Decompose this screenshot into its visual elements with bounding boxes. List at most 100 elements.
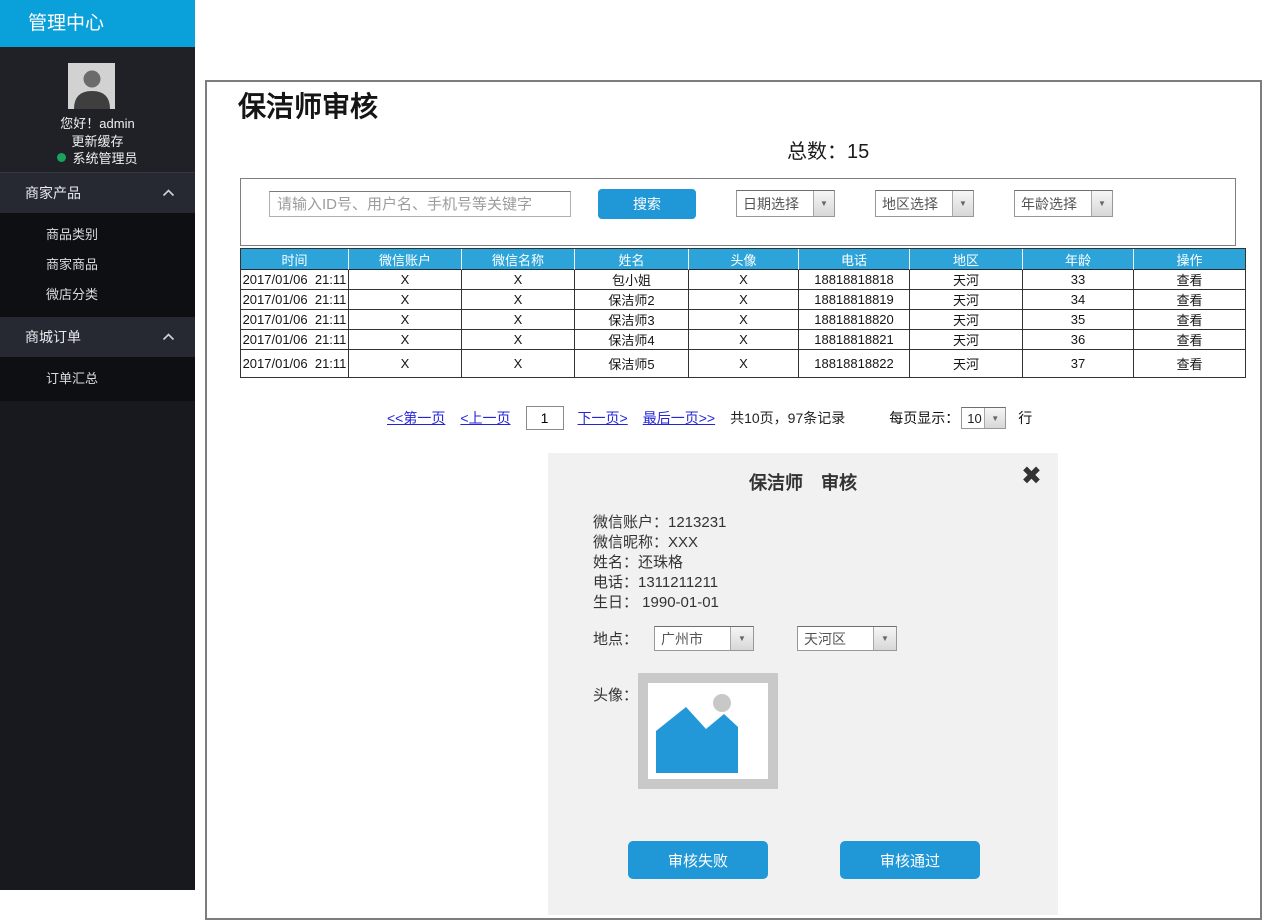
table-cell: X — [348, 310, 461, 330]
view-link[interactable]: 查看 — [1176, 333, 1202, 348]
sidebar-menu-header[interactable]: 商家产品 — [0, 173, 195, 213]
sidebar-item[interactable]: 订单汇总 — [0, 364, 195, 394]
date-filter-select[interactable]: 日期选择▼ — [736, 190, 835, 217]
dropdown-arrow-icon: ▼ — [730, 627, 753, 650]
sidebar-nav: 商家产品商品类别商家商品微店分类商城订单订单汇总 — [0, 173, 195, 401]
prev-page-link[interactable]: <上一页 — [460, 408, 510, 428]
approve-button[interactable]: 审核通过 — [840, 841, 980, 879]
view-link[interactable]: 查看 — [1176, 357, 1202, 372]
filter-selects: 日期选择▼地区选择▼年龄选择▼ — [736, 190, 1113, 217]
age-filter-select[interactable]: 年龄选择▼ — [1014, 190, 1113, 217]
table-cell: 查看 — [1133, 290, 1245, 310]
user-role: 系统管理员 — [72, 148, 137, 167]
user-role-row: 系统管理员 — [0, 148, 195, 167]
modal-field: 微信账户：1213231 — [593, 513, 726, 533]
keyword-input[interactable] — [269, 191, 571, 217]
table-cell: X — [348, 270, 461, 290]
last-page-link[interactable]: 最后一页>> — [643, 408, 715, 428]
menu-label: 商家产品 — [25, 183, 81, 203]
table-cell: 2017/01/06 21:11 — [241, 270, 348, 290]
table-row: 2017/01/06 21:11XX保洁师5X18818818822天河37查看 — [241, 350, 1245, 377]
close-icon[interactable]: ✖ — [1021, 461, 1042, 491]
submenu: 商品类别商家商品微店分类 — [0, 213, 195, 317]
user-avatar — [68, 63, 115, 109]
table-cell: X — [348, 350, 461, 377]
photo-placeholder-icon — [648, 683, 768, 779]
table-cell: X — [688, 290, 798, 310]
table-cell: X — [461, 330, 574, 350]
dropdown-arrow-icon: ▼ — [873, 627, 896, 650]
view-link[interactable]: 查看 — [1176, 293, 1202, 308]
table-cell: 18818818818 — [798, 270, 909, 290]
menu-label: 商城订单 — [25, 327, 81, 347]
per-page-value: 10 — [962, 408, 984, 428]
reject-button[interactable]: 审核失败 — [628, 841, 768, 879]
table-cell: 天河 — [909, 270, 1022, 290]
region-filter-select[interactable]: 地区选择▼ — [875, 190, 974, 217]
page: 管理中心 您好！admin 更新缓存 系统管理员 商家产品商品类别商家商品微店分… — [0, 0, 1269, 922]
view-link[interactable]: 查看 — [1176, 273, 1202, 288]
content-panel: 保洁师审核 总数：15 搜索 日期选择▼地区选择▼年龄选择▼ 时间微信账户微信名… — [205, 80, 1262, 920]
table-cell: 天河 — [909, 330, 1022, 350]
table-cell: 天河 — [909, 310, 1022, 330]
table-cell: X — [348, 330, 461, 350]
per-page-label: 每页显示： — [889, 408, 959, 428]
table-cell: 2017/01/06 21:11 — [241, 310, 348, 330]
location-row: 地点： 广州市 ▼ 天河区 ▼ — [593, 626, 897, 651]
search-button[interactable]: 搜索 — [598, 189, 696, 219]
district-select[interactable]: 天河区 ▼ — [797, 626, 897, 651]
table-cell: 天河 — [909, 350, 1022, 377]
modal-field: 电话：1311211211 — [593, 573, 726, 593]
table-cell: X — [688, 270, 798, 290]
filter-value: 年龄选择 — [1015, 191, 1091, 216]
city-value: 广州市 — [655, 627, 730, 650]
rows-unit-label: 行 — [1018, 408, 1032, 428]
column-header: 微信名称 — [461, 249, 574, 270]
table-cell: 2017/01/06 21:11 — [241, 330, 348, 350]
table-cell: 查看 — [1133, 310, 1245, 330]
sidebar-item[interactable]: 微店分类 — [0, 280, 195, 310]
table-cell: X — [348, 290, 461, 310]
district-value: 天河区 — [798, 627, 873, 650]
view-link[interactable]: 查看 — [1176, 313, 1202, 328]
table-head: 时间微信账户微信名称姓名头像电话地区年龄操作 — [241, 249, 1245, 270]
review-modal: 保洁师 审核 ✖ 微信账户：1213231微信昵称：XXX姓名：还珠格电话：13… — [548, 453, 1058, 915]
modal-field: 生日： 1990-01-01 — [593, 593, 726, 613]
search-toolbar: 搜索 日期选择▼地区选择▼年龄选择▼ — [240, 178, 1236, 246]
table-cell: 2017/01/06 21:11 — [241, 290, 348, 310]
table-cell: X — [688, 350, 798, 377]
sidebar-item[interactable]: 商品类别 — [0, 220, 195, 250]
next-page-link[interactable]: 下一页> — [578, 408, 628, 428]
records-table: 时间微信账户微信名称姓名头像电话地区年龄操作 2017/01/06 21:11X… — [240, 248, 1246, 378]
pagination-summary: 共10页，97条记录 — [730, 408, 845, 428]
pagination: <<第一页 <上一页 下一页> 最后一页>> 共10页，97条记录 每页显示： … — [387, 406, 1032, 430]
city-select[interactable]: 广州市 ▼ — [654, 626, 754, 651]
column-header: 姓名 — [574, 249, 688, 270]
column-header: 头像 — [688, 249, 798, 270]
table-cell: 保洁师3 — [574, 310, 688, 330]
page-number-input[interactable] — [526, 406, 564, 430]
modal-fields: 微信账户：1213231微信昵称：XXX姓名：还珠格电话：1311211211生… — [593, 513, 726, 613]
table-cell: 18818818819 — [798, 290, 909, 310]
table-cell: 保洁师2 — [574, 290, 688, 310]
dropdown-arrow-icon: ▼ — [952, 191, 973, 216]
table-cell: 2017/01/06 21:11 — [241, 350, 348, 377]
chevron-up-icon — [162, 333, 175, 341]
sidebar-menu-header[interactable]: 商城订单 — [0, 317, 195, 357]
table-cell: 保洁师5 — [574, 350, 688, 377]
table-cell: 35 — [1022, 310, 1133, 330]
table-cell: X — [688, 330, 798, 350]
dropdown-arrow-icon: ▼ — [984, 408, 1005, 428]
column-header: 操作 — [1133, 249, 1245, 270]
user-profile: 您好！admin 更新缓存 系统管理员 — [0, 47, 195, 173]
filter-value: 日期选择 — [737, 191, 813, 216]
table-cell: 33 — [1022, 270, 1133, 290]
sidebar-item[interactable]: 商家商品 — [0, 250, 195, 280]
online-status-icon — [57, 153, 66, 162]
table-row: 2017/01/06 21:11XX保洁师2X18818818819天河34查看 — [241, 290, 1245, 310]
per-page-select[interactable]: 10 ▼ — [961, 407, 1006, 429]
first-page-link[interactable]: <<第一页 — [387, 408, 445, 428]
column-header: 地区 — [909, 249, 1022, 270]
avatar-label: 头像： — [593, 684, 638, 705]
table-cell: 保洁师4 — [574, 330, 688, 350]
